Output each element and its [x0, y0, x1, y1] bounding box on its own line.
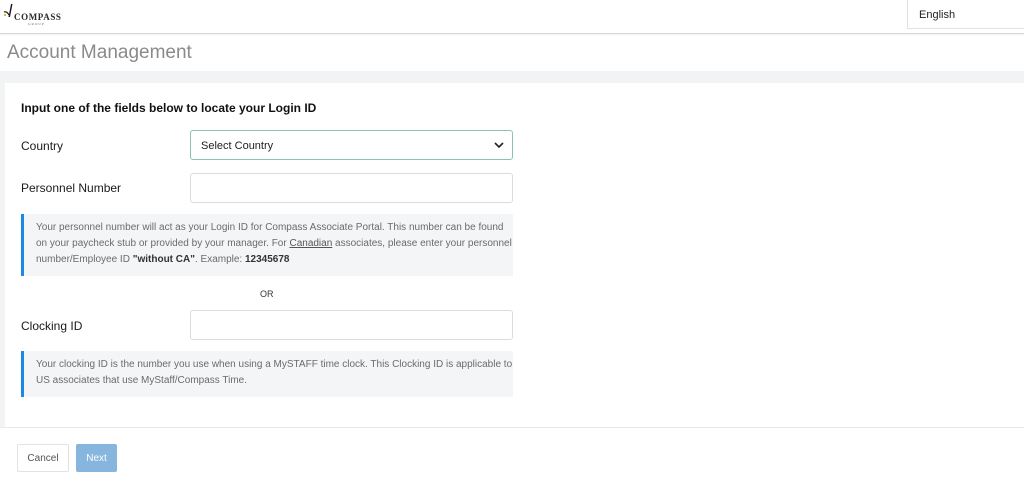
top-bar: COMPASS GROUP English: [0, 0, 1024, 34]
clocking-id-input[interactable]: [190, 310, 513, 340]
form-heading: Input one of the fields below to locate …: [21, 101, 317, 115]
next-button[interactable]: Next: [76, 444, 117, 472]
clocking-id-info: Your clocking ID is the number you use w…: [21, 351, 513, 397]
country-label: Country: [21, 139, 64, 153]
language-selector[interactable]: English: [907, 0, 1024, 29]
title-bar: Account Management: [0, 35, 1024, 71]
country-select[interactable]: Select Country: [190, 130, 513, 160]
country-select-value: Select Country: [201, 140, 274, 152]
personnel-info-example: 12345678: [245, 254, 290, 265]
cancel-button[interactable]: Cancel: [17, 444, 69, 472]
logo-text: COMPASS: [14, 12, 62, 22]
personnel-number-label: Personnel Number: [21, 181, 122, 195]
form-footer: Cancel Next: [0, 427, 1024, 477]
compass-logo: COMPASS GROUP: [2, 3, 66, 29]
logo-subtext: GROUP: [28, 22, 45, 26]
canadian-link[interactable]: Canadian: [289, 238, 332, 249]
page-title: Account Management: [7, 42, 192, 63]
personnel-info-text-3: . Example:: [194, 254, 245, 265]
personnel-info-bold: "without CA": [132, 254, 195, 265]
personnel-number-info: Your personnel number will act as your L…: [21, 214, 513, 276]
personnel-number-input[interactable]: [190, 173, 513, 203]
clocking-id-label: Clocking ID: [21, 319, 83, 333]
chevron-down-icon: [494, 142, 504, 149]
login-id-form: Input one of the fields below to locate …: [5, 83, 1024, 427]
or-separator: OR: [260, 289, 274, 299]
